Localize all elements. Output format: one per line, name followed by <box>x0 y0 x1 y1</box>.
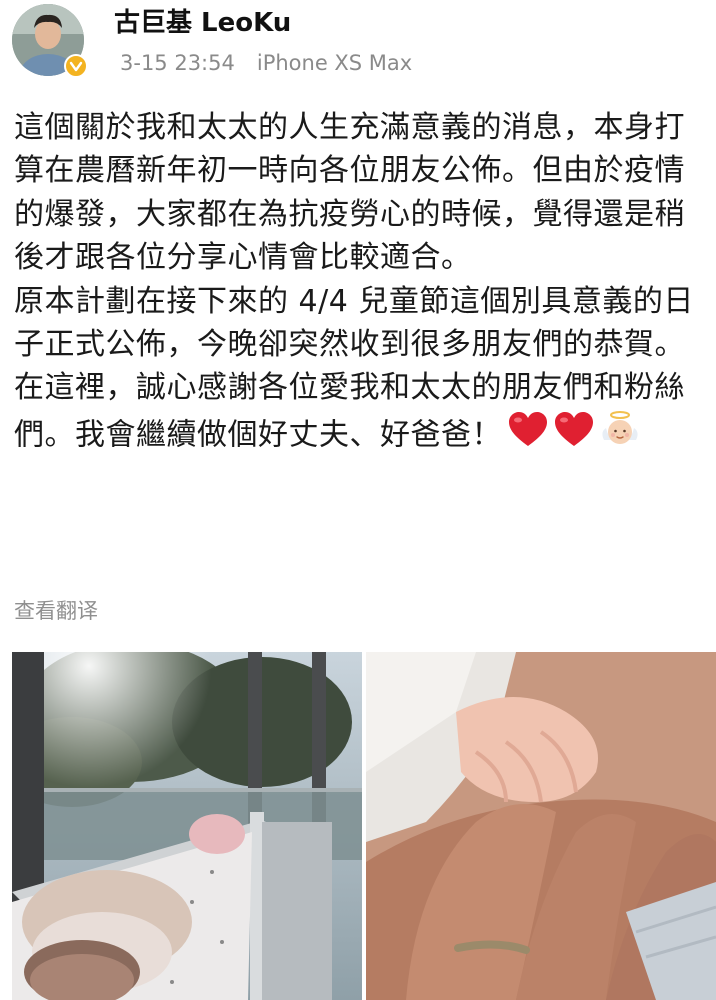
post-meta: 3-15 23:54 iPhone XS Max <box>120 50 412 76</box>
author-name[interactable]: 古巨基 LeoKu <box>114 8 291 38</box>
post-paragraph-2: 原本計劃在接下來的 4/4 兒童節這個別具意義的日子正式公佈，今晚卻突然收到很多… <box>14 280 708 463</box>
weibo-post: 古巨基 LeoKu 3-15 23:54 iPhone XS Max 這個關於我和… <box>0 0 716 1000</box>
post-body: 這個關於我和太太的人生充滿意義的消息，本身打算在農曆新年初一時向各位朋友公佈。但… <box>14 106 708 462</box>
post-paragraph: 這個關於我和太太的人生充滿意義的消息，本身打算在農曆新年初一時向各位朋友公佈。但… <box>14 110 685 276</box>
verified-badge-icon <box>64 54 88 78</box>
post-device: iPhone XS Max <box>256 51 413 75</box>
view-translation-link[interactable]: 查看翻译 <box>14 597 98 625</box>
baby-hand-holding-finger-photo[interactable] <box>366 652 716 1000</box>
red-heart-icon <box>554 411 594 460</box>
baby-in-crib-photo[interactable] <box>12 652 362 1000</box>
emoji-row <box>508 410 640 462</box>
post-timestamp: 3-15 23:54 <box>120 51 235 75</box>
baby-angel-icon <box>600 410 640 462</box>
red-heart-icon <box>508 411 548 460</box>
author-avatar[interactable] <box>12 4 88 80</box>
